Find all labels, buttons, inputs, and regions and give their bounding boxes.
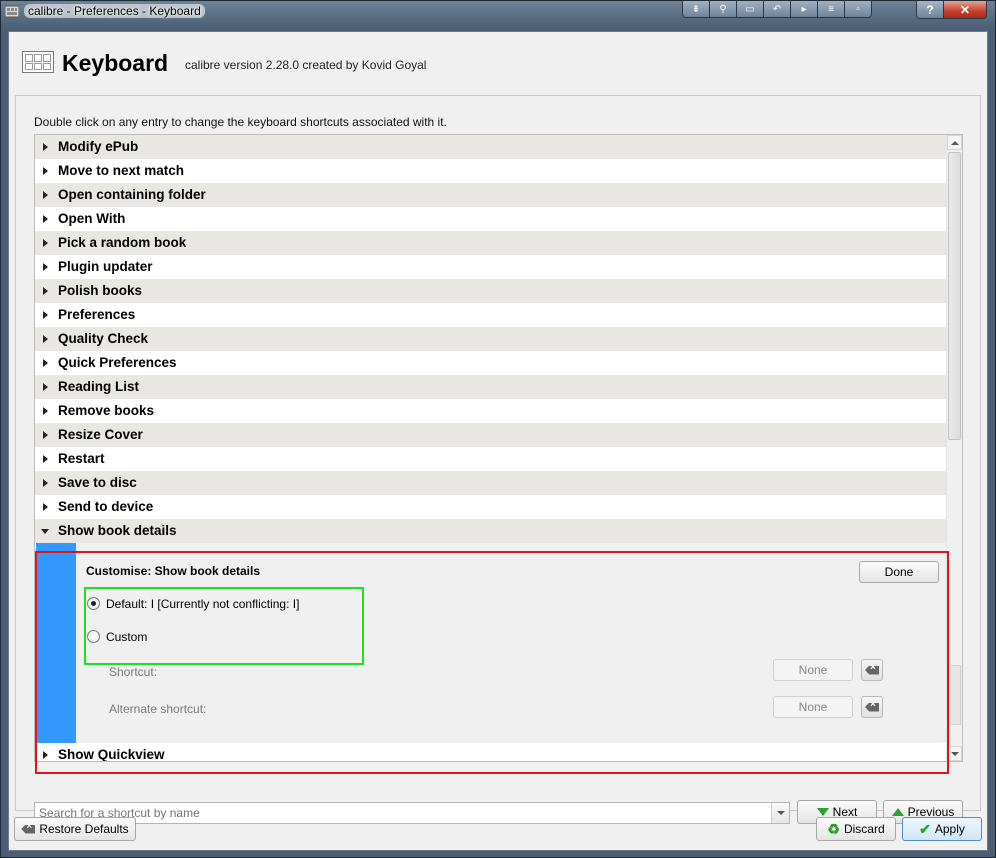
tree-item[interactable]: Open containing folder [35, 183, 948, 207]
expand-arrow-icon[interactable] [43, 263, 48, 271]
dialog-footer: Restore Defaults ♻ Discard ✔ Apply [9, 812, 987, 852]
move-icon[interactable]: ▸ [790, 1, 818, 18]
title-bar-tools: ⇟ ⚲ ▭ ↶ ▸ ≡ ▫ [682, 1, 872, 18]
scroll-down-button[interactable] [947, 746, 962, 761]
tree-item[interactable]: Preferences [35, 303, 948, 327]
close-button[interactable]: ✕ [943, 1, 987, 19]
expand-arrow-icon[interactable] [43, 479, 48, 487]
scroll-thumb[interactable] [948, 152, 961, 440]
version-label: calibre version 2.28.0 created by Kovid … [185, 58, 427, 72]
recycle-icon: ♻ [827, 820, 840, 837]
tree-item[interactable]: Polish books [35, 279, 948, 303]
annotation-green-box [84, 587, 364, 665]
calibre-app-icon [5, 5, 19, 18]
expand-arrow-icon[interactable] [43, 455, 48, 463]
window-icon[interactable]: ▭ [736, 1, 764, 18]
tree-item[interactable]: Quality Check [35, 327, 948, 351]
expand-arrow-icon[interactable] [43, 503, 48, 511]
tree-item[interactable]: Save to disc [35, 471, 948, 495]
apply-button[interactable]: ✔ Apply [902, 817, 982, 841]
expand-arrow-icon[interactable] [43, 191, 48, 199]
expand-arrow-icon[interactable] [43, 431, 48, 439]
keyboard-icon [22, 51, 54, 73]
title-bar[interactable]: calibre - Preferences - Keyboard ⇟ ⚲ ▭ ↶… [1, 1, 995, 23]
expand-arrow-icon[interactable] [43, 359, 48, 367]
expand-arrow-icon[interactable] [43, 215, 48, 223]
expand-arrow-icon[interactable] [43, 143, 48, 151]
pushpin-icon[interactable]: ⚲ [709, 1, 737, 18]
expand-arrow-icon[interactable] [43, 383, 48, 391]
tree-item[interactable]: Quick Preferences [35, 351, 948, 375]
tree-item[interactable]: Remove books [35, 399, 948, 423]
tree-item[interactable]: Plugin updater [35, 255, 948, 279]
tree-item[interactable]: Move to next match [35, 159, 948, 183]
expand-arrow-icon[interactable] [43, 239, 48, 247]
page-header: Keyboard calibre version 2.28.0 created … [9, 32, 987, 94]
restore-defaults-button[interactable]: Restore Defaults [14, 817, 136, 841]
checkmark-icon: ✔ [919, 820, 931, 837]
tree-item[interactable]: Modify ePub [35, 135, 948, 159]
window-controls: ? ✕ [916, 1, 987, 19]
tree-item[interactable]: Resize Cover [35, 423, 948, 447]
page-title: Keyboard [62, 50, 169, 76]
pin-icon[interactable]: ⇟ [682, 1, 710, 18]
window-title: calibre - Preferences - Keyboard [24, 4, 205, 18]
discard-label: Discard [843, 822, 885, 836]
tree-item[interactable]: Reading List [35, 375, 948, 399]
up-arrow-icon [950, 140, 959, 145]
tree-item[interactable]: Pick a random book [35, 231, 948, 255]
tree-item[interactable]: Send to device [35, 495, 948, 519]
restore-defaults-label: Restore Defaults [39, 822, 129, 836]
expand-arrow-icon[interactable] [43, 407, 48, 415]
down-arrow-icon [950, 751, 959, 756]
instructions-text: Double click on any entry to change the … [34, 115, 447, 129]
expand-arrow-icon[interactable] [43, 311, 48, 319]
scroll-up-button[interactable] [947, 135, 962, 150]
discard-button[interactable]: ♻ Discard [816, 817, 896, 841]
collapse-arrow-icon[interactable] [41, 529, 49, 534]
minimize-small-icon[interactable]: ▫ [844, 1, 872, 18]
help-button[interactable]: ? [916, 1, 944, 19]
undo-icon[interactable]: ↶ [763, 1, 791, 18]
backspace-icon [21, 824, 36, 834]
tree-item-expanded[interactable]: Show book details [35, 519, 948, 543]
preferences-window: calibre - Preferences - Keyboard ⇟ ⚲ ▭ ↶… [0, 0, 996, 858]
tree-item[interactable]: Open With [35, 207, 948, 231]
apply-label: Apply [934, 822, 965, 836]
scroll-track-highlight [948, 665, 961, 725]
menu-icon[interactable]: ≡ [817, 1, 845, 18]
expand-arrow-icon[interactable] [43, 287, 48, 295]
expand-arrow-icon[interactable] [43, 335, 48, 343]
dialog-client: Keyboard calibre version 2.28.0 created … [8, 31, 988, 851]
expand-arrow-icon[interactable] [43, 167, 48, 175]
keyboard-panel: Double click on any entry to change the … [15, 95, 981, 824]
tree-item[interactable]: Restart [35, 447, 948, 471]
